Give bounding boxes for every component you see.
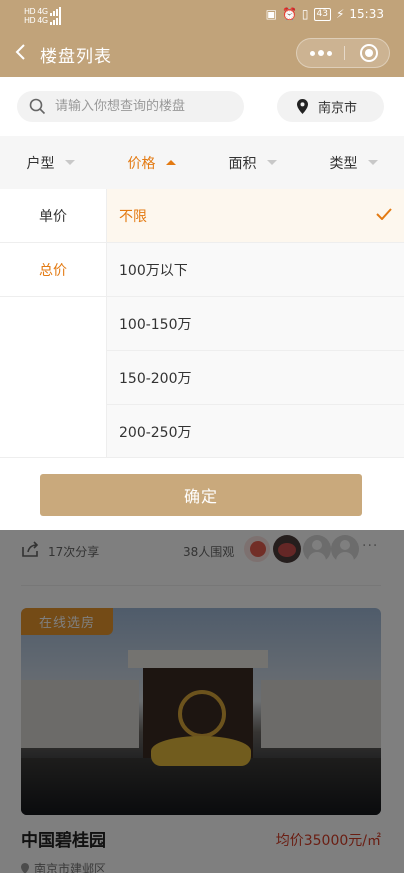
- close-program-icon[interactable]: [360, 44, 378, 62]
- network2-label: 4G: [37, 16, 48, 25]
- location-pin-icon: [297, 99, 308, 114]
- tab-price[interactable]: 价格: [101, 136, 202, 189]
- search-input[interactable]: [55, 91, 240, 122]
- caret-down-icon: [266, 160, 277, 165]
- price-filter-panel: 单价 总价 不限 100万以下 100-150万 150-200万 200-25…: [0, 189, 404, 530]
- checkmark-icon: [376, 208, 392, 220]
- city-label: 南京市: [318, 101, 358, 116]
- tab-label: 面积: [228, 155, 257, 172]
- capsule-divider: [344, 46, 345, 60]
- search-row: 南京市: [0, 77, 404, 136]
- tab-area[interactable]: 面积: [202, 136, 303, 189]
- search-icon: [29, 98, 46, 115]
- option-label: 150-200万: [119, 370, 192, 387]
- caret-down-icon: [367, 160, 378, 165]
- tab-label: 类型: [329, 155, 358, 172]
- caret-down-icon: [64, 160, 75, 165]
- option-label: 100-150万: [119, 316, 192, 333]
- tab-label: 户型: [26, 155, 55, 172]
- price-option-100-150[interactable]: 100-150万: [107, 297, 404, 351]
- price-range-list: 不限 100万以下 100-150万 150-200万 200-250万: [107, 189, 404, 459]
- price-type-list: 单价 总价: [0, 189, 107, 457]
- nav-bar: 楼盘列表: [0, 30, 404, 77]
- alarm-icon: ⏰: [281, 7, 297, 21]
- battery-indicator: 43: [313, 7, 331, 21]
- price-type-unit[interactable]: 单价: [0, 189, 106, 243]
- caret-up-icon: [165, 160, 176, 165]
- option-label: 200-250万: [119, 424, 192, 441]
- back-arrow-icon[interactable]: [10, 40, 34, 64]
- option-label: 100万以下: [119, 262, 188, 279]
- price-type-total[interactable]: 总价: [0, 243, 106, 297]
- network1-label: 4G: [37, 7, 48, 16]
- city-selector[interactable]: 南京市: [277, 91, 384, 122]
- mini-program-capsule: [296, 38, 390, 68]
- price-option-unlimited[interactable]: 不限: [107, 189, 404, 243]
- status-bar: HD 4G HD 4G ▣ ⏰ ▯ 43 ⚡ 15:33: [0, 0, 404, 30]
- vibrate-icon: ▯: [301, 7, 309, 21]
- filter-tabs: 户型 价格 面积 类型: [0, 136, 404, 189]
- nfc-icon: ▣: [265, 7, 277, 21]
- charging-icon: ⚡: [335, 7, 345, 21]
- signal-indicator: HD 4G HD 4G: [24, 7, 62, 25]
- top-bar: HD 4G HD 4G ▣ ⏰ ▯ 43 ⚡ 15:33 楼盘列表: [0, 0, 404, 77]
- sim1-label: HD: [24, 7, 36, 16]
- price-option-under-100[interactable]: 100万以下: [107, 243, 404, 297]
- page-title: 楼盘列表: [40, 47, 112, 67]
- dropdown-overlay[interactable]: [0, 530, 404, 873]
- more-menu-icon[interactable]: [297, 39, 344, 67]
- tab-label: 价格: [127, 155, 156, 172]
- tab-type[interactable]: 类型: [303, 136, 404, 189]
- clock: 15:33: [349, 7, 384, 21]
- confirm-button[interactable]: 确定: [40, 474, 362, 516]
- sim2-label: HD: [24, 16, 36, 25]
- price-option-150-200[interactable]: 150-200万: [107, 351, 404, 405]
- tab-layout[interactable]: 户型: [0, 136, 101, 189]
- option-label: 不限: [119, 208, 147, 225]
- price-option-200-250[interactable]: 200-250万: [107, 405, 404, 459]
- confirm-row: 确定: [0, 457, 404, 530]
- search-box[interactable]: [17, 91, 244, 122]
